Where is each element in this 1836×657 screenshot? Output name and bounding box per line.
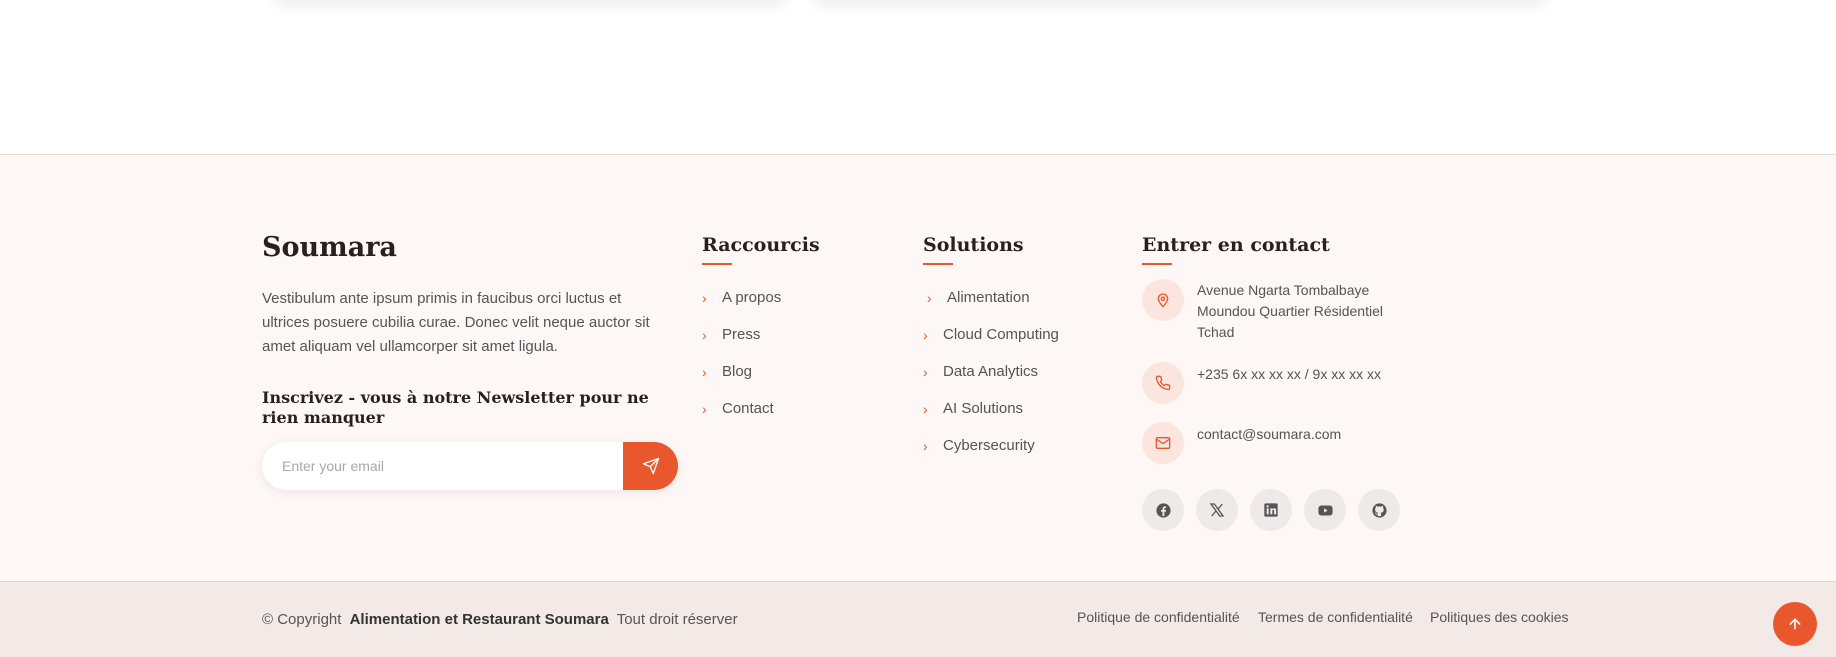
link-label: Data Analytics — [943, 363, 1039, 380]
shortcut-link-blog[interactable]: › Blog — [702, 363, 752, 380]
link-label: Alimentation — [947, 289, 1030, 306]
footer-main — [0, 154, 1836, 581]
solution-link-ai[interactable]: › AI Solutions — [923, 400, 1023, 417]
phone-icon-badge — [1142, 362, 1184, 404]
address-line: Moundou Quartier Résidentiel — [1197, 303, 1383, 319]
shortcut-link-press[interactable]: › Press — [702, 326, 760, 343]
contact-title: Entrer en contact — [1142, 234, 1330, 265]
github-icon — [1371, 502, 1387, 518]
newsletter-email-input[interactable] — [262, 442, 624, 490]
address-line: Tchad — [1197, 324, 1235, 340]
shortcuts-title: Raccourcis — [702, 234, 820, 265]
scroll-to-top-button[interactable] — [1773, 602, 1817, 646]
linkedin-icon — [1264, 503, 1278, 517]
chevron-right-icon: › — [927, 289, 932, 306]
chevron-right-icon: › — [702, 289, 707, 306]
chevron-right-icon: › — [923, 363, 928, 380]
shortcut-link-contact[interactable]: › Contact — [702, 400, 774, 417]
link-label: Blog — [722, 363, 753, 380]
link-label: A propos — [722, 289, 782, 306]
copyright-rights: Tout droit réserver — [616, 611, 738, 628]
send-icon — [642, 457, 659, 475]
copyright-prefix: © Copyright — [262, 611, 342, 628]
github-link[interactable] — [1358, 489, 1400, 531]
arrow-up-icon — [1789, 618, 1801, 630]
footer-brand[interactable]: Soumara — [262, 232, 397, 263]
privacy-terms-link[interactable]: Termes de confidentialité — [1258, 609, 1413, 625]
newsletter-submit-button[interactable] — [623, 442, 678, 490]
solution-link-cloud[interactable]: › Cloud Computing — [923, 326, 1059, 343]
address-line: Avenue Ngarta Tombalbaye — [1197, 282, 1370, 298]
chevron-right-icon: › — [702, 363, 707, 380]
chevron-right-icon: › — [702, 400, 707, 417]
youtube-icon — [1317, 505, 1333, 515]
chevron-right-icon: › — [923, 326, 928, 343]
contact-phone: +235 6x xx xx xx / 9x xx xx xx — [1197, 366, 1382, 382]
cookie-policy-link[interactable]: Politiques des cookies — [1430, 609, 1569, 625]
link-label: Press — [722, 326, 761, 343]
solution-link-cyber[interactable]: › Cybersecurity — [923, 437, 1035, 454]
facebook-link[interactable] — [1142, 489, 1184, 531]
chevron-right-icon: › — [702, 326, 707, 343]
youtube-link[interactable] — [1304, 489, 1346, 531]
facebook-icon — [1155, 502, 1171, 518]
link-label: Contact — [722, 400, 774, 417]
email-icon-badge — [1142, 422, 1184, 464]
newsletter-form — [262, 442, 678, 490]
solution-link-data[interactable]: › Data Analytics — [923, 363, 1038, 380]
linkedin-link[interactable] — [1250, 489, 1292, 531]
mail-icon — [1155, 437, 1171, 449]
contact-address: Avenue Ngarta Tombalbaye Moundou Quartie… — [1197, 280, 1383, 343]
copyright-text: © Copyright Alimentation et Restaurant S… — [262, 611, 738, 628]
link-label: Cloud Computing — [943, 326, 1059, 343]
shortcut-link-apropos[interactable]: › A propos — [702, 289, 781, 306]
solution-link-alimentation[interactable]: › Alimentation — [927, 289, 1030, 306]
map-pin-icon — [1157, 293, 1169, 308]
privacy-policy-link[interactable]: Politique de confidentialité — [1077, 609, 1240, 625]
chevron-right-icon: › — [923, 400, 928, 417]
phone-icon — [1155, 375, 1171, 391]
copyright-company: Alimentation et Restaurant Soumara — [349, 611, 609, 628]
chevron-right-icon: › — [923, 437, 928, 454]
solutions-title: Solutions — [923, 234, 1024, 265]
x-link[interactable] — [1196, 489, 1238, 531]
address-icon-badge — [1142, 279, 1184, 321]
link-label: Cybersecurity — [943, 437, 1035, 454]
footer-about-text: Vestibulum ante ipsum primis in faucibus… — [262, 290, 650, 355]
contact-email-link[interactable]: contact@soumara.com — [1197, 424, 1341, 445]
newsletter-title: Inscrivez - vous à notre Newsletter pour… — [262, 388, 649, 427]
link-label: AI Solutions — [943, 400, 1024, 417]
x-icon — [1209, 503, 1225, 517]
page-top-area — [0, 0, 1836, 154]
